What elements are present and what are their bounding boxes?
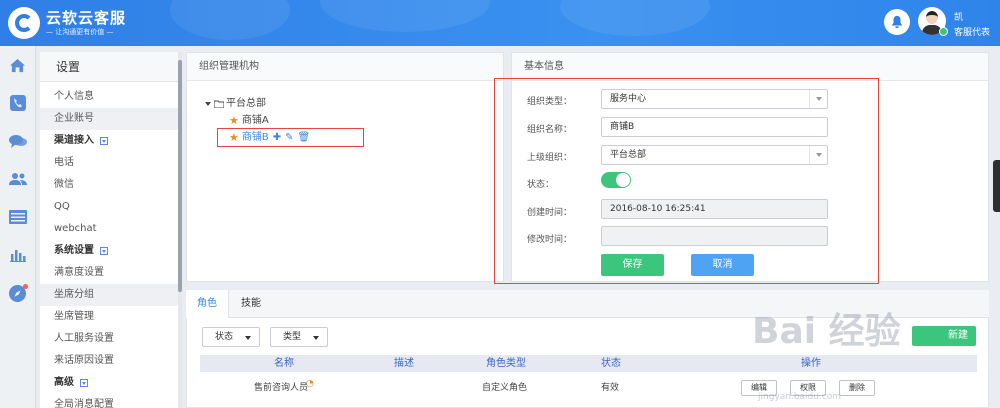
brand-logo-icon — [8, 7, 40, 39]
baidu-watermark-text: Bai 经验 — [752, 311, 901, 352]
brand-slogan: — 让沟通更有价值 — — [46, 28, 114, 36]
type-filter-dropdown[interactable]: 类型 — [270, 327, 328, 347]
column-header-role-type[interactable]: 角色类型 — [486, 355, 526, 372]
tab-skills[interactable]: 技能 — [229, 290, 273, 318]
tree-node-label: 商铺A — [241, 115, 269, 126]
menu-scrollbar[interactable] — [178, 52, 182, 408]
menu-group-advanced[interactable]: 高级 — [40, 372, 180, 394]
online-status-icon — [939, 27, 948, 36]
menu-group-channels[interactable]: 渠道接入 — [40, 130, 180, 152]
menu-item-satisfaction[interactable]: 满意度设置 — [40, 262, 180, 284]
highlight-box — [494, 78, 879, 284]
user-role: 客服代表 — [954, 28, 991, 38]
menu-item-manual-service[interactable]: 人工服务设置 — [40, 328, 180, 350]
tree-node-shop-a[interactable]: ★ 商铺A — [205, 112, 310, 129]
star-icon: ★ — [229, 114, 239, 127]
status-filter-dropdown[interactable]: 状态 — [202, 327, 260, 347]
notification-bell-icon[interactable] — [884, 9, 910, 35]
menu-item-global-message[interactable]: 全局消息配置 — [40, 394, 180, 408]
menu-item-qq[interactable]: QQ — [40, 196, 180, 218]
role-status-cell: 有效 — [601, 383, 620, 393]
menu-item-webchat[interactable]: webchat — [40, 218, 180, 240]
baidu-watermark-url: jingyan.baidu.com — [758, 392, 842, 402]
collapse-toggle-icon[interactable] — [100, 247, 108, 255]
menu-group-label: 系统设置 — [54, 245, 94, 256]
menu-group-label: 渠道接入 — [54, 135, 94, 146]
menu-item-enterprise-account[interactable]: 企业账号 — [40, 108, 180, 130]
settings-menu: 设置 个人信息 企业账号 渠道接入 电话 微信 QQ webchat 系统设置 … — [40, 52, 180, 408]
header-cloud-decoration — [170, 0, 290, 40]
tree-node-label: 平台总部 — [226, 98, 266, 109]
menu-item-agent-groups[interactable]: 坐席分组 — [40, 284, 180, 306]
users-icon[interactable] — [0, 160, 35, 198]
info-panel-title: 基本信息 — [512, 53, 988, 81]
brand-logo[interactable]: 云软云客服 — 让沟通更有价值 — — [8, 7, 126, 39]
org-structure-panel: 组织管理机构 — [186, 52, 504, 282]
header-cloud-decoration — [560, 0, 710, 36]
menu-group-label: 高级 — [54, 377, 74, 388]
home-icon[interactable] — [0, 46, 35, 84]
column-header-status[interactable]: 状态 — [601, 355, 621, 372]
collapse-toggle-icon[interactable] — [100, 137, 108, 145]
highlight-box — [217, 128, 364, 147]
status-filter-label: 状态 — [215, 332, 234, 342]
menu-item-wechat[interactable]: 微信 — [40, 174, 180, 196]
menu-group-system[interactable]: 系统设置 — [40, 240, 180, 262]
brand-title: 云软云客服 — [46, 9, 127, 27]
menu-item-agent-management[interactable]: 坐席管理 — [40, 306, 180, 328]
list-icon[interactable] — [0, 198, 35, 236]
tab-roles[interactable]: 角色 — [186, 290, 229, 318]
org-panel-title: 组织管理机构 — [187, 53, 503, 81]
header-cloud-decoration — [320, 0, 490, 32]
caret-down-icon — [313, 336, 319, 340]
tree-node-root[interactable]: 平台总部 — [205, 95, 310, 112]
menu-item-call-reasons[interactable]: 来话原因设置 — [40, 350, 180, 372]
bar-chart-icon[interactable] — [0, 236, 35, 274]
column-header-name[interactable]: 名称 — [274, 355, 294, 372]
phone-icon[interactable] — [0, 84, 35, 122]
role-type-cell: 自定义角色 — [482, 383, 528, 393]
settings-menu-title: 设置 — [40, 52, 180, 82]
top-bar: 云软云客服 — 让沟通更有价值 — 凯 客服代表 — [0, 0, 1000, 46]
user-name[interactable]: 凯 — [954, 10, 963, 23]
rss-icon: ◔ — [306, 379, 314, 389]
menu-item-phone[interactable]: 电话 — [40, 152, 180, 174]
caret-down-icon — [245, 336, 251, 340]
compass-icon[interactable] — [0, 274, 35, 312]
type-filter-label: 类型 — [283, 332, 302, 342]
icon-rail — [0, 46, 36, 408]
collapse-toggle-icon[interactable] — [80, 379, 88, 387]
side-drawer-handle[interactable] — [993, 160, 1000, 212]
chevron-down-icon[interactable] — [205, 101, 211, 106]
chat-icon[interactable] — [0, 122, 35, 160]
folder-icon — [214, 100, 224, 108]
menu-item-profile[interactable]: 个人信息 — [40, 86, 180, 108]
notification-badge — [23, 284, 28, 289]
role-name-cell: 售前咨询人员 — [254, 383, 309, 393]
column-header-description[interactable]: 描述 — [394, 355, 414, 372]
